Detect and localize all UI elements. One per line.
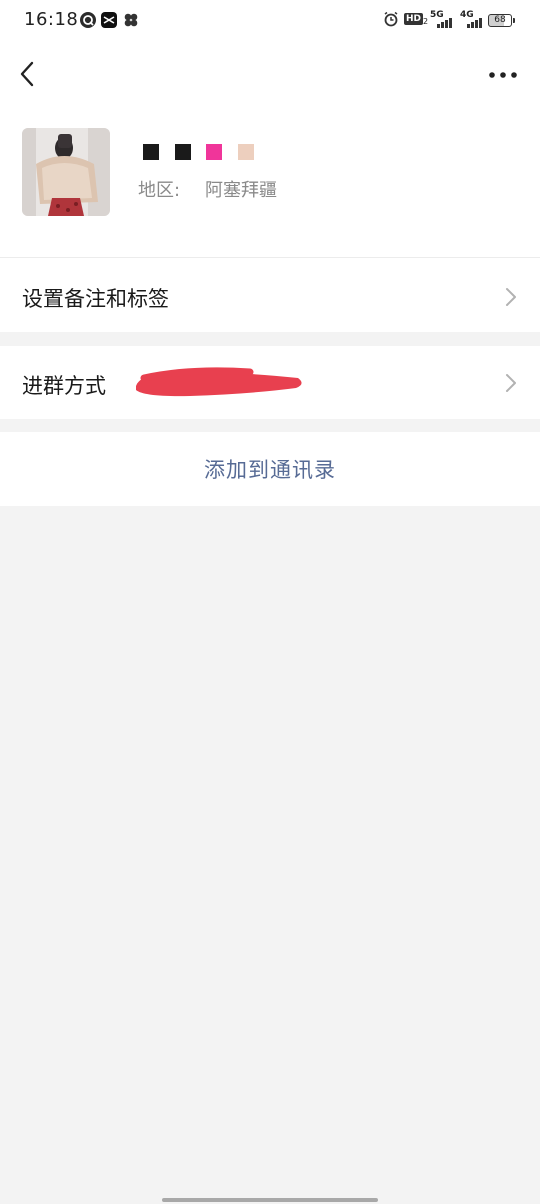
more-dots-icon xyxy=(489,72,517,78)
remark-and-tags-row[interactable]: 设置备注和标签 xyxy=(0,262,540,332)
hd-sub: 2 xyxy=(423,17,429,26)
back-button[interactable] xyxy=(12,56,48,92)
chevron-left-icon xyxy=(20,61,34,87)
pinwheel-app-icon xyxy=(123,12,139,28)
alarm-icon xyxy=(383,11,399,29)
hd-badge: HD 2 xyxy=(404,13,428,31)
add-to-contacts-label: 添加到通讯录 xyxy=(204,458,336,482)
region-value: 阿塞拜疆 xyxy=(205,180,277,201)
home-indicator[interactable] xyxy=(162,1198,378,1202)
status-time: 16:18 xyxy=(24,9,79,30)
qq-browser-icon xyxy=(80,12,96,28)
status-bar: 16:18 HD 2 5G 4G 68 xyxy=(0,0,540,42)
join-method-row[interactable]: 进群方式 xyxy=(0,346,540,419)
add-to-contacts-button[interactable]: 添加到通讯录 xyxy=(0,432,540,506)
region-label: 地区: xyxy=(138,180,181,201)
avatar[interactable] xyxy=(22,128,110,216)
chevron-right-icon xyxy=(506,374,516,392)
redaction-mark xyxy=(136,367,302,397)
capcut-icon xyxy=(101,12,117,28)
join-method-label: 进群方式 xyxy=(22,374,106,398)
hd-label: HD xyxy=(404,13,424,25)
battery-icon: 68 xyxy=(488,14,515,27)
signal-icon xyxy=(437,17,452,28)
signal-icon-2 xyxy=(467,17,482,28)
name-square-3 xyxy=(206,144,222,160)
divider xyxy=(0,257,540,258)
remark-and-tags-label: 设置备注和标签 xyxy=(22,287,169,311)
name-square-1 xyxy=(143,144,159,160)
more-button[interactable] xyxy=(484,60,522,90)
name-square-4 xyxy=(238,144,254,160)
chevron-right-icon xyxy=(506,288,516,306)
name-square-2 xyxy=(175,144,191,160)
